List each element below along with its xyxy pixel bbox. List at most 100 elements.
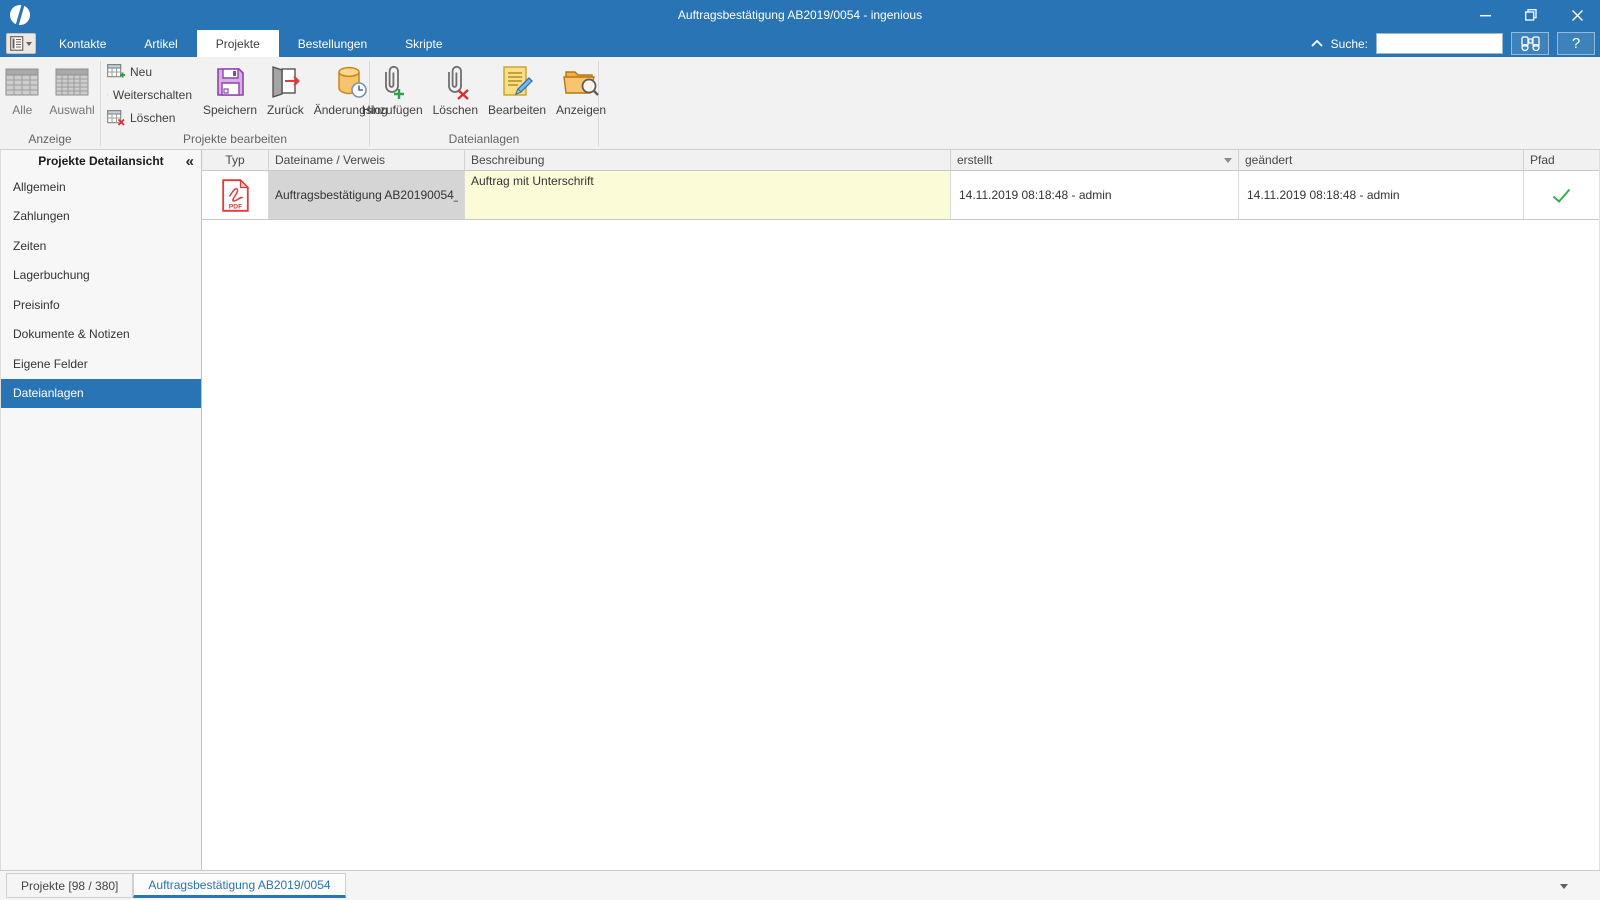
sidebar-collapse-button[interactable]: « [186, 150, 194, 172]
app-logo-icon [10, 4, 30, 26]
menu-caret-icon [26, 41, 32, 46]
column-label: erstellt [957, 153, 993, 167]
check-icon [1552, 188, 1571, 203]
sidebar-item-dateianlagen[interactable]: Dateianlagen [1, 378, 201, 408]
save-floppy-icon [213, 62, 247, 102]
column-header-dateiname[interactable]: Dateiname / Verweis [269, 150, 465, 170]
sidebar-header: Projekte Detailansicht « [1, 150, 201, 172]
column-label: Dateiname / Verweis [275, 153, 386, 167]
cell-dateiname[interactable]: Auftragsbestätigung AB20190054_2... [269, 171, 465, 219]
speichern-button[interactable]: Speichern [199, 62, 261, 117]
table-forward-icon [107, 94, 108, 96]
anzeigen-button[interactable]: Anzeigen [552, 62, 610, 117]
ribbon-group-anzeige: Alle Auswahl Anzeige [0, 57, 100, 149]
tab-projekte[interactable]: Projekte [196, 30, 279, 57]
search-input[interactable] [1376, 33, 1503, 54]
sidebar-item-dokumente-notizen[interactable]: Dokumente & Notizen [1, 320, 201, 350]
note-edit-icon [499, 62, 535, 102]
column-header-typ[interactable]: Typ [202, 150, 269, 170]
table-delete-icon [107, 110, 125, 126]
group-label-dateianlagen: Dateianlagen [448, 132, 520, 146]
sidebar-item-allgemein[interactable]: Allgemein [1, 172, 201, 202]
column-header-pfad[interactable]: Pfad [1524, 150, 1599, 170]
sidebar-item-eigene-felder[interactable]: Eigene Felder [1, 349, 201, 379]
zurueck-button[interactable]: Zurück [263, 62, 308, 117]
title-bar: Auftragsbestätigung AB2019/0054 - ingeni… [0, 0, 1600, 30]
binoculars-icon [1520, 35, 1540, 51]
sidebar-item-label: Dokumente & Notizen [13, 327, 130, 342]
column-label: geändert [1245, 153, 1293, 167]
sidebar-item-preisinfo[interactable]: Preisinfo [1, 290, 201, 320]
button-label: Speichern [203, 103, 258, 117]
sidebar-item-label: Allgemein [13, 179, 66, 194]
button-label: Zurück [267, 103, 304, 117]
cell-beschreibung[interactable]: Auftrag mit Unterschrift [465, 171, 951, 219]
sidebar-item-zahlungen[interactable]: Zahlungen [1, 202, 201, 232]
cell-typ[interactable]: PDF [202, 171, 269, 219]
table-header: Typ Dateiname / Verweis Beschreibung ers… [202, 150, 1599, 171]
tab-artikel[interactable]: Artikel [125, 30, 196, 57]
grid-all-icon [5, 62, 39, 102]
column-label: Pfad [1530, 153, 1555, 167]
cell-erstellt[interactable]: 14.11.2019 08:18:48 - admin [951, 171, 1239, 219]
sidebar-item-lagerbuchung[interactable]: Lagerbuchung [1, 261, 201, 291]
auswahl-button[interactable]: Auswahl [45, 62, 98, 117]
sidebar-title: Projekte Detailansicht [38, 154, 164, 168]
help-label: ? [1571, 35, 1581, 52]
sidebar-item-label: Lagerbuchung [13, 268, 90, 283]
cell-geaendert[interactable]: 14.11.2019 08:18:48 - admin [1239, 171, 1524, 219]
grid-selection-icon [55, 62, 89, 102]
weiterschalten-button[interactable]: Weiterschalten [107, 85, 192, 105]
filename-text: Auftragsbestätigung AB20190054_2... [275, 188, 458, 202]
button-label: Anzeigen [556, 103, 607, 117]
sidebar-item-label: Preisinfo [13, 297, 60, 312]
description-text: Auftrag mit Unterschrift [471, 174, 594, 188]
tab-label: Artikel [144, 36, 178, 51]
sort-desc-icon [1224, 157, 1232, 163]
created-text: 14.11.2019 08:18:48 - admin [959, 188, 1112, 202]
sidebar-item-zeiten[interactable]: Zeiten [1, 231, 201, 261]
group-label-projekte-bearbeiten: Projekte bearbeiten [182, 132, 288, 146]
menu-list-icon [10, 36, 24, 51]
main-menu-button[interactable] [6, 33, 36, 54]
restore-button[interactable] [1508, 0, 1554, 30]
close-button[interactable] [1554, 0, 1600, 30]
search-label: Suche: [1330, 36, 1368, 51]
loeschen-anlage-button[interactable]: Löschen [429, 62, 482, 117]
exit-door-icon [269, 62, 301, 102]
column-header-erstellt[interactable]: erstellt [951, 150, 1239, 170]
column-label: Beschreibung [471, 153, 545, 167]
sidebar-item-label: Dateianlagen [13, 386, 84, 401]
alle-button[interactable]: Alle [1, 62, 43, 117]
cell-pfad[interactable] [1524, 171, 1599, 219]
tab-label: Bestellungen [297, 36, 368, 51]
window-title: Auftragsbestätigung AB2019/0054 - ingeni… [677, 8, 923, 22]
table-empty-area [202, 220, 1599, 870]
doc-tab-auftragsbestaetigung[interactable]: Auftragsbestätigung AB2019/0054 [133, 873, 346, 898]
bearbeiten-button[interactable]: Bearbeiten [484, 62, 550, 117]
restore-icon [1525, 9, 1537, 21]
collapse-ribbon-button[interactable] [1311, 40, 1323, 47]
column-header-geaendert[interactable]: geändert [1239, 150, 1524, 170]
tab-label: Skripte [405, 36, 443, 51]
paperclip-add-icon [377, 62, 407, 102]
tab-skripte[interactable]: Skripte [386, 30, 461, 57]
tab-label: Kontakte [59, 36, 107, 51]
tab-kontakte[interactable]: Kontakte [40, 30, 125, 57]
button-label: Auswahl [49, 103, 95, 117]
loeschen-projekt-button[interactable]: Löschen [107, 108, 192, 128]
table-row[interactable]: PDF Auftragsbestätigung AB20190054_2... … [202, 171, 1599, 220]
minimize-button[interactable] [1462, 0, 1508, 30]
hinzufuegen-button[interactable]: Hinzufügen [358, 62, 427, 117]
doc-tab-projekte[interactable]: Projekte [98 / 380] [6, 873, 134, 898]
neu-button[interactable]: Neu [107, 62, 192, 82]
paperclip-delete-icon [440, 62, 470, 102]
help-button[interactable]: ? [1557, 32, 1595, 55]
search-button[interactable] [1511, 32, 1549, 55]
tab-bestellungen[interactable]: Bestellungen [279, 30, 386, 57]
ribbon: Alle Auswahl Anzeige Neu Weiterschalten … [0, 57, 1600, 150]
column-header-beschreibung[interactable]: Beschreibung [465, 150, 951, 170]
minimize-icon [1479, 14, 1491, 16]
ribbon-group-dateianlagen: Hinzufügen Löschen Bearbeiten Anzeigen D… [362, 57, 606, 149]
tab-list-dropdown-icon[interactable] [1560, 884, 1568, 889]
